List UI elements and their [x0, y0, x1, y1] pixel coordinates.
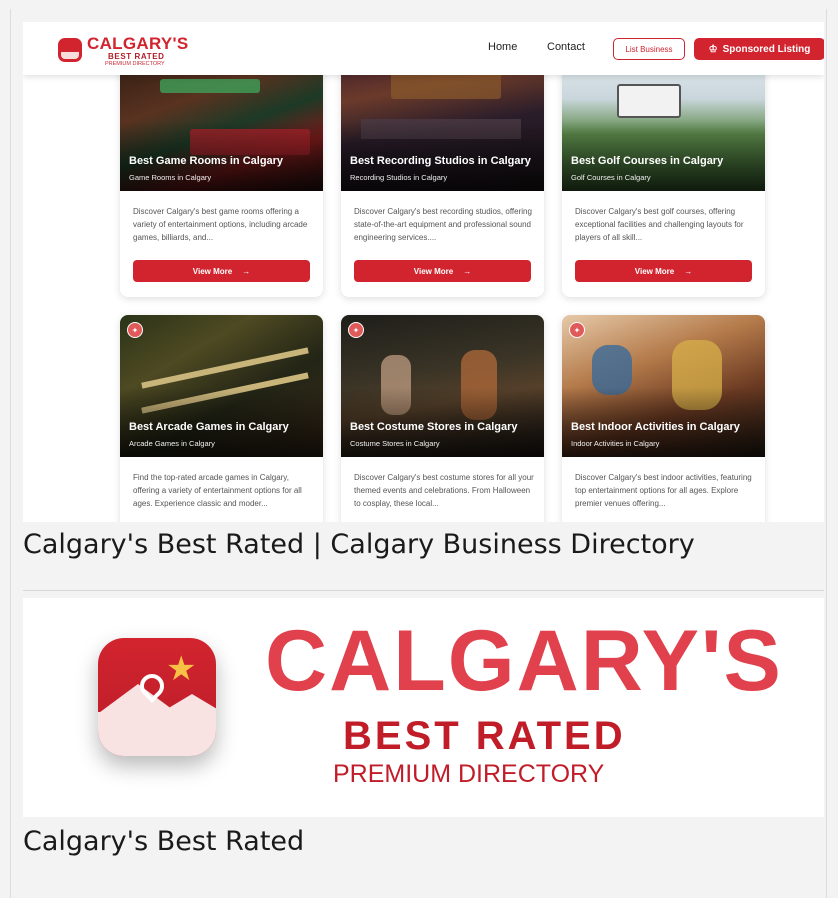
card-subtitle: Recording Studios in Calgary	[350, 173, 448, 182]
card-subtitle: Arcade Games in Calgary	[129, 439, 215, 448]
logo-mark-icon	[58, 38, 82, 62]
view-more-button[interactable]: View More →	[354, 260, 531, 282]
card-description: Discover Calgary's best costume stores f…	[354, 473, 534, 508]
crown-icon: ♔	[708, 43, 718, 55]
divider	[23, 590, 824, 591]
logo-word-large: CALGARY'S	[265, 613, 783, 709]
nav-home-link[interactable]: Home	[488, 41, 517, 53]
maple-leaf-icon: ✦	[348, 322, 364, 338]
arrow-right-icon: →	[684, 266, 693, 276]
card-title: Best Costume Stores in Calgary	[350, 421, 518, 433]
logo-word: CALGARY'S	[87, 34, 189, 53]
list-business-button[interactable]: List Business	[613, 38, 685, 60]
maple-leaf-icon: ✦	[569, 322, 585, 338]
view-more-label: View More	[634, 266, 675, 276]
card-description: Discover Calgary's best golf courses, of…	[575, 207, 744, 242]
card-subtitle: Costume Stores in Calgary	[350, 439, 440, 448]
card-title: Best Indoor Activities in Calgary	[571, 421, 740, 433]
card-description: Find the top-rated arcade games in Calga…	[133, 473, 302, 508]
card-subtitle: Indoor Activities in Calgary	[571, 439, 660, 448]
category-card[interactable]: Best Recording Studios in Calgary Record…	[341, 49, 544, 297]
website-screenshot[interactable]: CALGARY'S BEST RATED PREMIUM DIRECTORY H…	[23, 22, 824, 522]
logo-subtagline: PREMIUM DIRECTORY	[105, 61, 165, 67]
card-title: Best Game Rooms in Calgary	[129, 155, 284, 167]
view-more-button[interactable]: View More →	[133, 260, 310, 282]
card-image: ✦ Best Costume Stores in Calgary Costume…	[341, 315, 544, 457]
result-title-link[interactable]: Calgary's Best Rated | Calgary Business …	[23, 529, 695, 560]
logo-tagline-large: BEST RATED	[343, 714, 626, 758]
card-image: ✦ Best Arcade Games in Calgary Arcade Ga…	[120, 315, 323, 457]
site-logo[interactable]: CALGARY'S BEST RATED PREMIUM DIRECTORY	[58, 34, 193, 68]
nav-contact-link[interactable]: Contact	[547, 41, 585, 53]
card-description: Discover Calgary's best game rooms offer…	[133, 207, 308, 242]
app-icon: ★	[98, 638, 216, 756]
card-subtitle: Game Rooms in Calgary	[129, 173, 212, 182]
result-title-link[interactable]: Calgary's Best Rated	[23, 826, 304, 857]
category-card[interactable]: ✦ Best Arcade Games in Calgary Arcade Ga…	[120, 315, 323, 522]
view-more-button[interactable]: View More →	[575, 260, 752, 282]
view-more-label: View More	[413, 266, 454, 276]
arrow-right-icon: →	[242, 266, 251, 276]
logo-subtagline-large: PREMIUM DIRECTORY	[333, 760, 605, 788]
category-card[interactable]: Best Golf Courses in Calgary Golf Course…	[562, 49, 765, 297]
maple-leaf-icon: ✦	[127, 322, 143, 338]
category-card[interactable]: ✦ Best Indoor Activities in Calgary Indo…	[562, 315, 765, 522]
arrow-right-icon: →	[463, 266, 472, 276]
card-description: Discover Calgary's best recording studio…	[354, 207, 532, 242]
category-card[interactable]: Best Game Rooms in Calgary Game Rooms in…	[120, 49, 323, 297]
card-image: ✦ Best Indoor Activities in Calgary Indo…	[562, 315, 765, 457]
card-title: Best Arcade Games in Calgary	[129, 421, 289, 433]
category-card[interactable]: ✦ Best Costume Stores in Calgary Costume…	[341, 315, 544, 522]
star-icon: ★	[166, 649, 197, 689]
sponsored-listing-label: Sponsored Listing	[722, 43, 811, 55]
view-more-label: View More	[192, 266, 233, 276]
logo-image[interactable]: ★ CALGARY'S BEST RATED PREMIUM DIRECTORY	[23, 598, 824, 817]
sponsored-listing-button[interactable]: ♔ Sponsored Listing	[694, 38, 824, 60]
card-description: Discover Calgary's best indoor activitie…	[575, 473, 752, 508]
site-header: CALGARY'S BEST RATED PREMIUM DIRECTORY H…	[23, 22, 824, 75]
card-subtitle: Golf Courses in Calgary	[571, 173, 651, 182]
logo-tagline: BEST RATED	[108, 52, 165, 61]
card-title: Best Recording Studios in Calgary	[350, 155, 531, 167]
card-title: Best Golf Courses in Calgary	[571, 155, 724, 167]
